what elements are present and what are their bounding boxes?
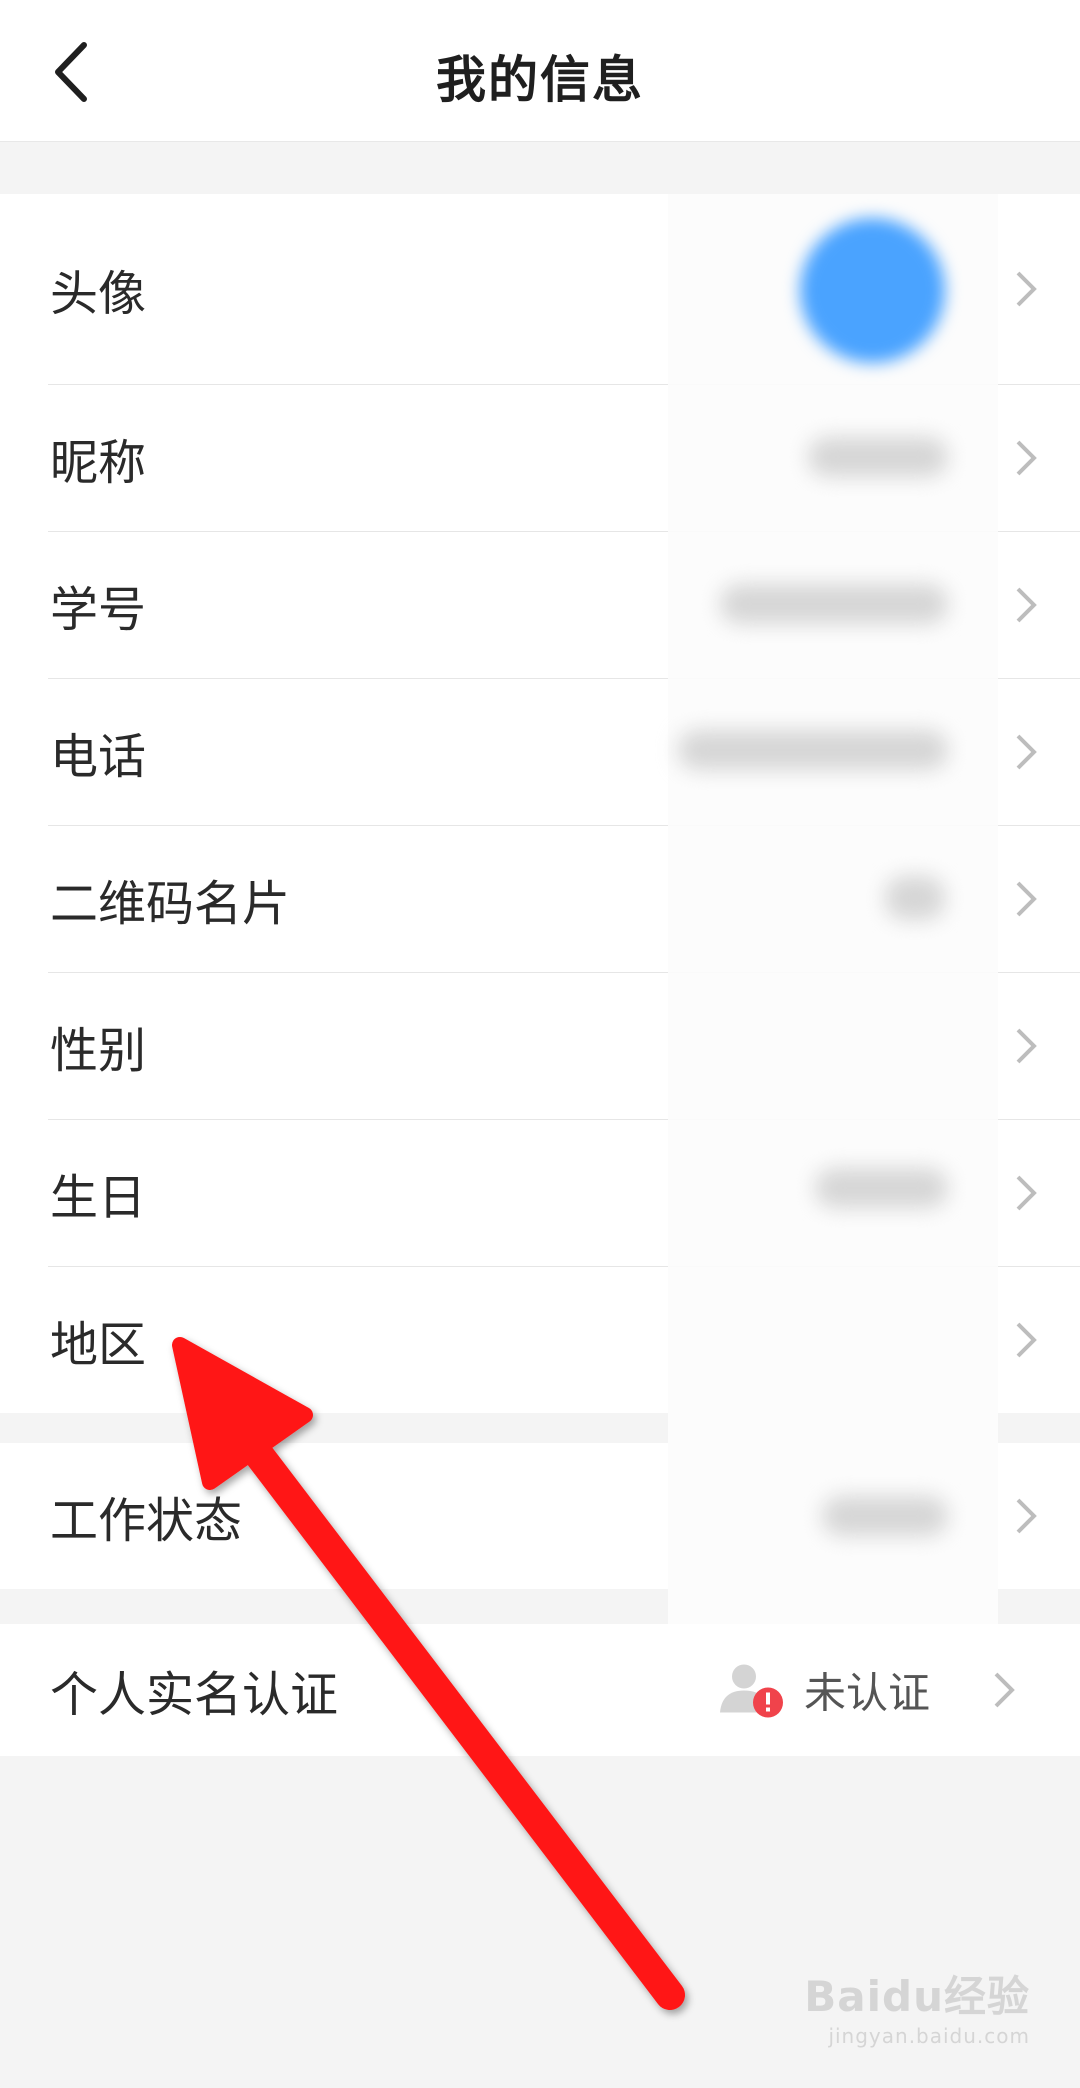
avatar[interactable]: [800, 218, 945, 363]
chevron-right-icon: [1016, 1322, 1037, 1358]
verification-status: 未认证: [714, 1660, 930, 1721]
chevron-right-icon: [1016, 734, 1037, 770]
chevron-right-icon: [1016, 440, 1037, 476]
blurred-phone-value: [678, 730, 948, 770]
row-label: 地区: [50, 1317, 147, 1373]
blurred-work-status-value: [822, 1496, 948, 1536]
row-label: 头像: [50, 266, 147, 322]
verification-group: 个人实名认证 未认证: [0, 1624, 1080, 1756]
row-label: 个人实名认证: [50, 1667, 339, 1723]
row-label: 学号: [50, 582, 147, 638]
row-label: 二维码名片: [50, 876, 291, 932]
blurred-student-id-value: [720, 584, 948, 624]
blurred-qr-icon: [885, 876, 945, 920]
chevron-right-icon: [1016, 1028, 1037, 1064]
verification-status-text: 未认证: [803, 1668, 930, 1718]
privacy-blur-overlay: [668, 194, 998, 1679]
chevron-right-icon: [1016, 1175, 1037, 1211]
row-label: 工作状态: [50, 1493, 243, 1549]
chevron-right-icon: [1016, 271, 1037, 307]
blurred-birthday-value: [815, 1168, 948, 1208]
chevron-right-icon: [1016, 881, 1037, 917]
watermark: Baidu经验 jingyan.baidu.com: [804, 1963, 1030, 2048]
row-label: 性别: [50, 1023, 147, 1079]
row-label: 昵称: [50, 435, 147, 491]
page-title: 我的信息: [436, 51, 644, 109]
watermark-logo: Baidu经验: [804, 1972, 1030, 2021]
chevron-right-icon: [1016, 587, 1037, 623]
row-label: 生日: [50, 1170, 147, 1226]
chevron-right-icon: [994, 1672, 1015, 1708]
blurred-nickname-value: [808, 437, 948, 477]
row-label: 电话: [50, 729, 147, 785]
unverified-id-icon: [714, 1660, 786, 1720]
chevron-right-icon: [1016, 1498, 1037, 1534]
row-real-name-verification[interactable]: 个人实名认证 未认证: [48, 1624, 1080, 1756]
header-bar: 我的信息: [0, 0, 1080, 142]
watermark-url: jingyan.baidu.com: [828, 2024, 1030, 2048]
